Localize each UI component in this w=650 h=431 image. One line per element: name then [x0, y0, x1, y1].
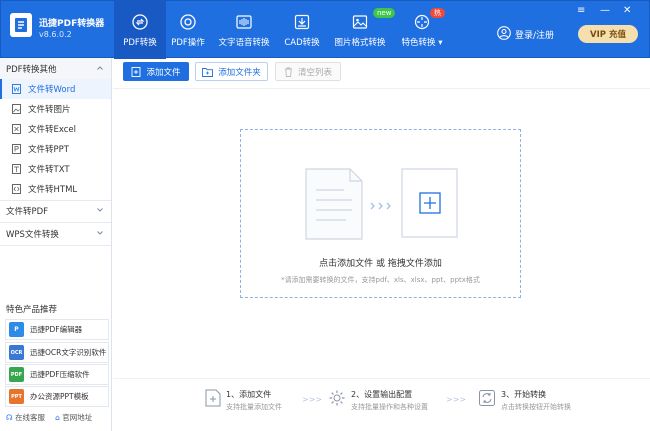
- tab-text-speech[interactable]: 文字语音转换: [216, 1, 272, 59]
- file-transfer-illustration: [305, 168, 458, 240]
- tab-pdf-operate[interactable]: PDF操作: [166, 1, 210, 59]
- html-doc-icon: [12, 184, 21, 194]
- sidebar-item-ppt[interactable]: 文件转PPT: [0, 139, 111, 159]
- sidebar-footer: ☊ 在线客服 ⌂ 官网地址: [6, 412, 92, 423]
- app-name: 迅捷PDF转换器: [39, 19, 105, 29]
- rec-pdf-editor[interactable]: P 迅捷PDF编辑器: [5, 319, 109, 340]
- menu-icon[interactable]: ≡: [577, 5, 585, 16]
- step-start-convert: 3、开始转换 点击转换按钮开始转换: [478, 389, 571, 412]
- image-icon: [352, 14, 368, 30]
- trash-icon: [284, 67, 292, 77]
- rec-pdf-compress[interactable]: PDF 迅捷PDF压缩软件: [5, 364, 109, 385]
- login-button[interactable]: 登录/注册: [497, 26, 554, 43]
- step-add-file: 1、添加文件 支持批量添加文件: [205, 389, 282, 412]
- new-badge: new: [373, 8, 396, 18]
- online-service-link[interactable]: ☊ 在线客服: [6, 412, 45, 423]
- pdf-editor-icon: P: [9, 322, 24, 337]
- convert-cycle-icon: [479, 390, 495, 406]
- tab-pdf-convert[interactable]: PDF转换: [114, 1, 166, 59]
- close-icon[interactable]: ✕: [623, 5, 631, 16]
- pdf-compress-icon: PDF: [9, 367, 24, 382]
- recommend-title: 特色产品推荐: [6, 305, 58, 315]
- official-site-link[interactable]: ⌂ 官网地址: [55, 412, 92, 423]
- step-settings: 2、设置输出配置 支持批量操作和各种设置: [328, 389, 428, 412]
- ocr-icon: OCR: [9, 345, 24, 360]
- chevron-down-icon: [97, 208, 103, 212]
- special-icon: [414, 14, 430, 30]
- ppt-template-icon: PPT: [9, 389, 24, 404]
- image-doc-icon: [12, 104, 21, 114]
- cad-icon: [294, 14, 310, 30]
- divider: [0, 245, 111, 246]
- step-arrow-icon: >>>: [446, 395, 467, 404]
- sidebar-item-txt[interactable]: 文件转TXT: [0, 159, 111, 179]
- headset-icon: ☊: [6, 413, 13, 422]
- ppt-doc-icon: [12, 144, 21, 154]
- word-doc-icon: [12, 84, 21, 94]
- sidebar: PDF转换其他 文件转Word 文件转图片 文件转Excel 文件转PPT 文件…: [0, 58, 112, 431]
- rec-ppt-template[interactable]: PPT 办公资源PPT模板: [5, 386, 109, 407]
- vip-recharge-button[interactable]: VIP 充值: [578, 25, 638, 43]
- chevron-up-icon: [97, 66, 103, 70]
- folder-icon: [202, 67, 214, 77]
- clear-list-button[interactable]: 清空列表: [275, 62, 341, 81]
- audio-icon: [236, 14, 252, 30]
- drop-zone[interactable]: [240, 129, 521, 298]
- toolbar-divider: [113, 88, 650, 89]
- add-folder-button[interactable]: 添加文件夹: [195, 62, 268, 81]
- excel-doc-icon: [12, 124, 21, 134]
- tab-cad-convert[interactable]: CAD转换: [280, 1, 324, 59]
- section-pdf-convert-other[interactable]: PDF转换其他: [0, 58, 111, 80]
- drop-format-hint: *请添加需要转换的文件，支持pdf、xls、xlsx、ppt、pptx格式: [281, 276, 480, 284]
- user-icon: [497, 26, 511, 43]
- minimize-icon[interactable]: —: [600, 5, 610, 16]
- sidebar-item-word[interactable]: 文件转Word: [0, 79, 111, 99]
- sidebar-item-excel[interactable]: 文件转Excel: [0, 119, 111, 139]
- sidebar-item-html[interactable]: 文件转HTML: [0, 179, 111, 199]
- rec-ocr[interactable]: OCR 迅捷OCR文字识别软件: [5, 342, 109, 363]
- steps-divider: [113, 378, 650, 379]
- home-icon: ⌂: [55, 413, 60, 422]
- chevron-down-icon: [97, 231, 103, 235]
- convert-icon: [132, 14, 148, 30]
- app-logo-icon: [10, 13, 32, 37]
- drop-instruction: 点击添加文件 或 拖拽文件添加: [319, 259, 442, 269]
- section-wps-convert[interactable]: WPS文件转换: [0, 223, 111, 245]
- txt-doc-icon: [12, 164, 21, 174]
- target-icon: [180, 14, 196, 30]
- app-version: v8.6.0.2: [39, 30, 72, 39]
- add-file-icon: [132, 66, 141, 77]
- title-bar: 迅捷PDF转换器 v8.6.0.2 PDF转换 PDF操作 文字语音转换 CAD…: [0, 0, 650, 59]
- add-file-button[interactable]: 添加文件: [123, 62, 189, 81]
- add-doc-icon: [205, 389, 221, 407]
- sidebar-item-image[interactable]: 文件转图片: [0, 99, 111, 119]
- step-arrow-icon: >>>: [302, 395, 323, 404]
- hot-badge: 热: [430, 8, 445, 18]
- section-file-to-pdf[interactable]: 文件转PDF: [0, 200, 111, 222]
- gear-icon: [329, 390, 345, 406]
